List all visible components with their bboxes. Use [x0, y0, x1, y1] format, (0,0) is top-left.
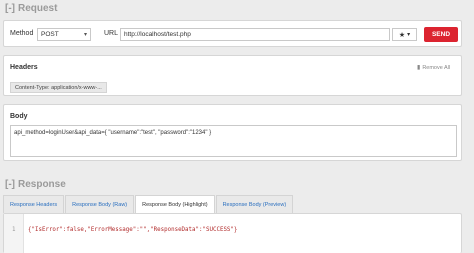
trash-icon: ▮ [417, 65, 421, 71]
headers-title: Headers [10, 64, 38, 71]
code-gutter [4, 214, 24, 253]
body-title: Body [10, 113, 28, 120]
header-tag-label: Content-Type: application/x-www-... [15, 84, 102, 91]
send-button[interactable]: SEND [424, 27, 458, 42]
response-collapse-toggle[interactable]: [-] [5, 179, 15, 190]
request-title: Request [18, 3, 58, 14]
method-label: Method [10, 30, 34, 37]
response-code: {"IsError":false,"ErrorMessage":"","Resp… [28, 227, 238, 233]
line-number: 1 [12, 227, 16, 233]
headers-panel: Headers ▮ Remove All Content-Type: appli… [3, 55, 462, 96]
request-panel: Method POST ▾ URL http://localhost/test.… [3, 20, 462, 47]
body-value: api_method=loginUser&api_data={ "usernam… [14, 130, 212, 136]
url-value: http://localhost/test.php [124, 31, 191, 38]
response-panel: 1 {"IsError":false,"ErrorMessage":"","Re… [3, 213, 462, 253]
response-tabs: Response Headers Response Body (Raw) Res… [3, 195, 294, 213]
star-icon: ★ [398, 31, 406, 39]
body-textarea[interactable]: api_method=loginUser&api_data={ "usernam… [10, 125, 457, 157]
tab-response-body-raw[interactable]: Response Body (Raw) [65, 195, 135, 213]
method-select[interactable]: POST ▾ [37, 28, 91, 41]
header-tag[interactable]: Content-Type: application/x-www-... [10, 82, 107, 93]
body-panel: Body api_method=loginUser&api_data={ "us… [3, 104, 462, 161]
url-input[interactable]: http://localhost/test.php [120, 28, 390, 41]
remove-all-label: Remove All [422, 64, 451, 71]
request-section-title[interactable]: [-] Request [5, 3, 57, 14]
chevron-down-icon: ▾ [407, 32, 411, 38]
tab-response-headers[interactable]: Response Headers [3, 195, 65, 213]
chevron-down-icon: ▾ [83, 32, 87, 38]
favorite-dropdown[interactable]: ★ ▾ [392, 28, 417, 41]
method-value: POST [41, 31, 59, 38]
remove-all-button[interactable]: ▮ Remove All [417, 64, 451, 72]
tab-response-body-highlight[interactable]: Response Body (Highlight) [135, 195, 215, 213]
response-section-title[interactable]: [-] Response [5, 179, 66, 190]
url-label: URL [104, 30, 119, 37]
tab-response-body-preview[interactable]: Response Body (Preview) [215, 195, 294, 213]
response-title: Response [18, 179, 66, 190]
request-collapse-toggle[interactable]: [-] [5, 3, 15, 14]
